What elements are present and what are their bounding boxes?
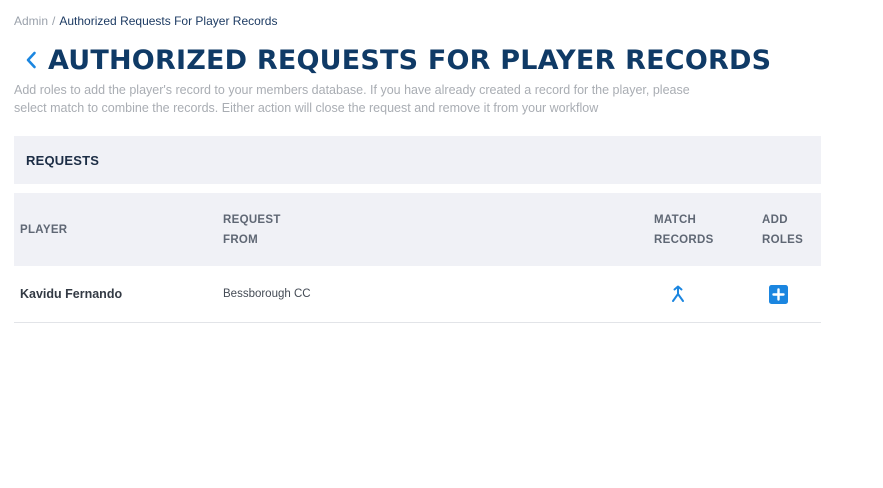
add-roles-cell	[768, 266, 788, 322]
column-header-match-records-line1: MATCH	[654, 213, 697, 226]
requests-section-title: REQUESTS	[26, 152, 100, 168]
requests-table: PLAYER REQUEST FROM MATCH RECORDS ADD RO…	[14, 193, 821, 323]
breadcrumb-separator: /	[52, 14, 56, 28]
breadcrumb: Admin / Authorized Requests For Player Rec…	[14, 13, 277, 29]
match-records-button[interactable]	[671, 285, 685, 303]
page-description: Add roles to add the player's record to …	[14, 83, 690, 115]
requests-section-header: REQUESTS	[14, 136, 821, 184]
add-roles-button[interactable]	[768, 284, 788, 304]
page-title: AUTHORIZED REQUESTS FOR PLAYER RECORDS	[48, 44, 772, 76]
request-from: Bessborough CC	[223, 288, 311, 300]
chevron-left-icon	[26, 51, 36, 69]
plus-square-icon	[768, 284, 788, 304]
table-header: PLAYER REQUEST FROM MATCH RECORDS ADD RO…	[14, 193, 821, 266]
column-header-add-roles: ADD ROLES	[762, 193, 803, 266]
player-name: Kavidu Fernando	[20, 287, 123, 301]
column-header-player-label: PLAYER	[20, 223, 68, 236]
column-header-request-from-line2: FROM	[223, 233, 259, 246]
breadcrumb-admin-link[interactable]: Admin	[14, 14, 48, 28]
column-header-request-from: REQUEST FROM	[223, 193, 281, 266]
column-header-request-from-line1: REQUEST	[223, 213, 281, 226]
match-records-cell	[668, 266, 688, 322]
column-header-add-roles-line1: ADD	[762, 213, 788, 226]
table-row: Kavidu Fernando Bessborough CC	[14, 266, 821, 323]
page-header: AUTHORIZED REQUESTS FOR PLAYER RECORDS	[22, 40, 771, 80]
breadcrumb-current: Authorized Requests For Player Records	[59, 14, 278, 28]
back-button[interactable]	[22, 48, 40, 72]
column-header-match-records-line2: RECORDS	[654, 233, 714, 246]
column-header-player: PLAYER	[20, 193, 67, 266]
merge-icon	[672, 285, 684, 302]
column-header-add-roles-line2: ROLES	[762, 233, 804, 246]
column-header-match-records: MATCH RECORDS	[654, 193, 714, 266]
